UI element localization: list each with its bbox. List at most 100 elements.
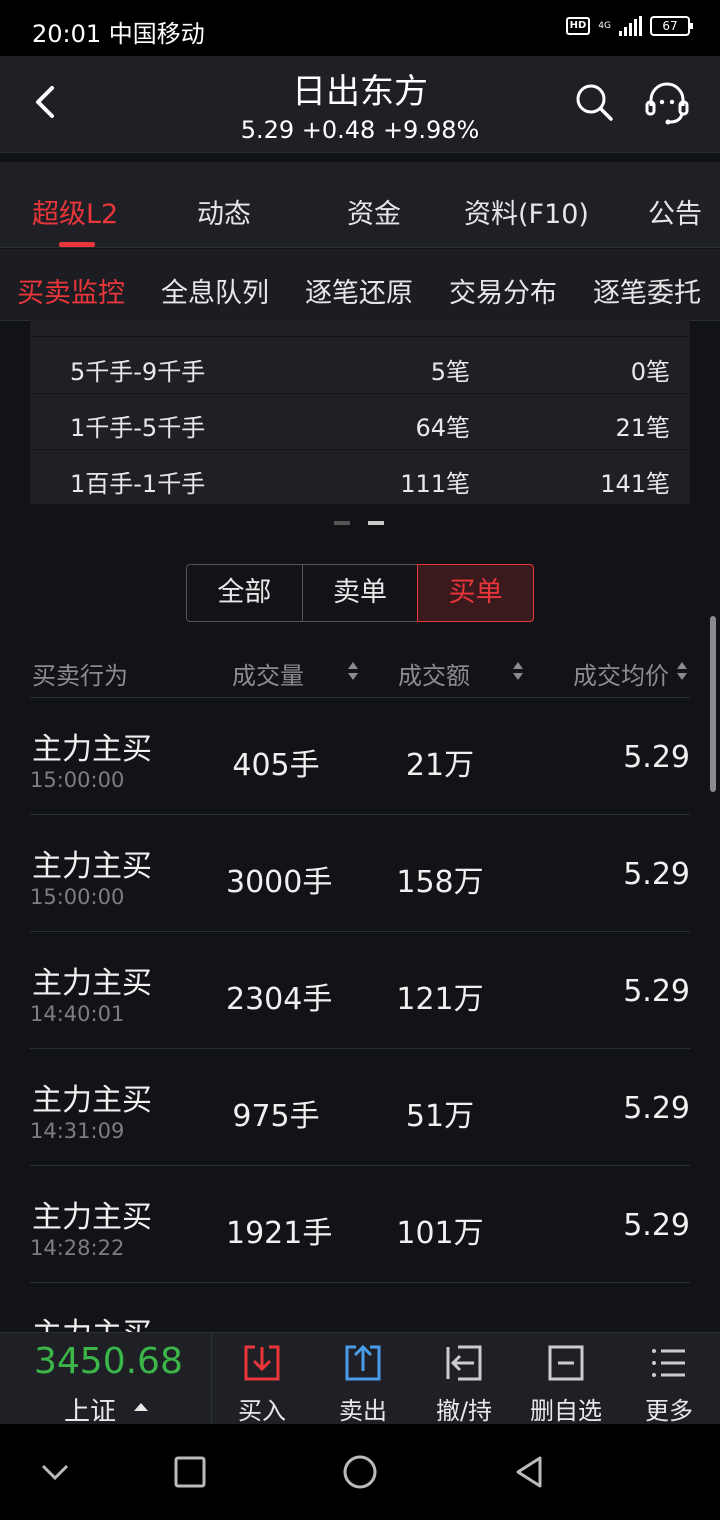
menu-icon	[652, 1349, 685, 1377]
sort-amount-icon[interactable]	[512, 660, 524, 682]
sell-icon	[345, 1344, 381, 1381]
tab-trade-distribution[interactable]: 交易分布	[449, 271, 557, 310]
trade-time: 14:31:09	[30, 1119, 125, 1143]
cancel-hold-button[interactable]: 撤/持	[414, 1333, 514, 1425]
filter-sell-button[interactable]: 卖单	[301, 564, 419, 622]
trade-row[interactable]: 主力主买 14:28:22 1921手 101万 5.29	[30, 1166, 690, 1283]
back-nav-icon[interactable]	[512, 1454, 548, 1490]
col-volume[interactable]: 成交量	[232, 656, 304, 691]
trade-amount: 121万	[396, 982, 484, 1017]
hd-icon: HD	[565, 17, 591, 35]
caret-up-icon[interactable]	[134, 1403, 148, 1411]
sort-volume-icon[interactable]	[347, 660, 359, 682]
buy-count: 5笔	[430, 358, 470, 386]
trade-price: 5.29	[623, 740, 690, 775]
tab-profile-f10[interactable]: 资料(F10)	[464, 192, 589, 231]
trade-price: 5.29	[623, 1208, 690, 1243]
filter-buy-button[interactable]: 买单	[417, 564, 535, 622]
signal-icon	[619, 16, 642, 36]
search-icon[interactable]	[574, 82, 614, 122]
trade-amount: 51万	[405, 1099, 475, 1134]
order-size-table: 5千手-9千手 5笔 0笔 1千手-5千手 64笔 21笔 1百手-1千手 11…	[30, 320, 690, 504]
page-indicator	[334, 521, 384, 525]
buy-label: 买入	[238, 1397, 286, 1425]
bottom-toolbar: 3450.68 上证 买入 卖出 撤/持 删自选 更多	[0, 1332, 720, 1427]
trade-action: 主力主买	[32, 1200, 152, 1235]
trade-price: 5.29	[623, 1091, 690, 1126]
main-tab-bar: 超级L2 动态 资金 资料(F10) 公告	[0, 162, 720, 248]
stock-header: 日出东方 5.29 +0.48 +9.98%	[0, 56, 720, 152]
trade-time: 14:40:01	[30, 1002, 125, 1026]
trade-row[interactable]: 主力主买 15:00:00 3000手 158万 5.29	[30, 815, 690, 932]
page-dot	[334, 521, 350, 525]
buy-icon	[244, 1345, 280, 1381]
buy-button[interactable]: 买入	[212, 1333, 312, 1425]
trade-amount: 21万	[405, 748, 475, 783]
trade-action: 主力主买	[32, 732, 152, 767]
trade-row[interactable]: 主力主买 14:40:01 2304手 121万 5.29	[30, 932, 690, 1049]
tab-super-l2[interactable]: 超级L2	[32, 192, 118, 231]
col-avg-price[interactable]: 成交均价	[573, 656, 669, 691]
active-tab-indicator	[59, 242, 95, 247]
trade-row[interactable]: 主力主买 15:00:00 405手 21万 5.29	[30, 698, 690, 815]
tab-dynamics[interactable]: 动态	[197, 192, 251, 231]
remove-watchlist-icon	[548, 1345, 584, 1381]
recents-icon[interactable]	[172, 1454, 208, 1490]
trade-volume: 1921手	[226, 1216, 333, 1251]
trade-time: 15:00:00	[30, 768, 125, 792]
more-button[interactable]: 更多	[619, 1333, 719, 1425]
trade-price: 5.29	[623, 974, 690, 1009]
trade-time: 14:28:22	[30, 1236, 125, 1260]
trade-row[interactable]: 主力主买 14:31:09 975手 51万 5.29	[30, 1049, 690, 1166]
chevron-down-icon[interactable]	[37, 1454, 73, 1490]
cancel-hold-label: 撤/持	[435, 1397, 493, 1425]
network-type-icon: 4G	[598, 20, 611, 31]
index-name[interactable]: 上证	[64, 1391, 116, 1428]
sell-button[interactable]: 卖出	[313, 1333, 413, 1425]
table-row-partial	[30, 320, 690, 337]
home-icon[interactable]	[342, 1454, 378, 1490]
remove-watchlist-button[interactable]: 删自选	[516, 1333, 616, 1425]
filter-all-button[interactable]: 全部	[186, 564, 303, 622]
buy-count: 111笔	[400, 470, 470, 498]
trade-amount: 158万	[396, 865, 484, 900]
col-amount[interactable]: 成交额	[398, 656, 470, 691]
sell-count: 21笔	[615, 414, 670, 442]
header-divider	[0, 152, 720, 162]
status-icons: HD 4G 67	[565, 16, 693, 36]
sell-count: 0笔	[630, 358, 670, 386]
trade-price: 5.29	[623, 857, 690, 892]
trade-volume: 975手	[232, 1099, 320, 1134]
trade-volume: 3000手	[226, 865, 333, 900]
tab-announcements[interactable]: 公告	[648, 192, 702, 231]
status-bar: 20:01 中国移动 HD 4G 67	[0, 0, 720, 56]
tab-full-queue[interactable]: 全息队列	[161, 271, 269, 310]
trade-action: 主力主买	[32, 849, 152, 884]
table-row: 1百手-1千手 111笔 141笔	[30, 450, 690, 504]
table-row: 1千手-5千手 64笔 21笔	[30, 394, 690, 450]
tab-funds[interactable]: 资金	[347, 192, 401, 231]
customer-service-icon[interactable]	[644, 80, 690, 126]
system-nav-bar	[0, 1424, 720, 1520]
trade-volume: 2304手	[226, 982, 333, 1017]
trade-action: 主力主买	[32, 1083, 152, 1118]
sort-price-icon[interactable]	[676, 660, 688, 682]
col-action: 买卖行为	[32, 662, 128, 690]
trade-amount: 101万	[396, 1216, 484, 1251]
remove-watchlist-label: 删自选	[530, 1397, 602, 1425]
page-dot-active	[368, 521, 384, 525]
more-label: 更多	[645, 1397, 693, 1425]
trade-time: 15:00:00	[30, 885, 125, 909]
size-range: 5千手-9千手	[70, 358, 206, 386]
tab-trade-monitor[interactable]: 买卖监控	[17, 271, 125, 310]
size-range: 1百手-1千手	[70, 470, 206, 498]
trade-action: 主力主买	[32, 966, 152, 1001]
sell-count: 141笔	[600, 470, 670, 498]
cancel-order-icon	[446, 1345, 482, 1381]
index-value[interactable]: 3450.68	[34, 1341, 183, 1382]
scrollbar[interactable]	[710, 616, 716, 792]
tab-tick-restore[interactable]: 逐笔还原	[305, 271, 413, 310]
trade-table-header: 买卖行为 成交量 成交额 成交均价	[30, 640, 690, 698]
sub-tab-bar: 买卖监控 全息队列 逐笔还原 交易分布 逐笔委托	[0, 249, 720, 321]
tab-tick-orders[interactable]: 逐笔委托	[593, 271, 701, 310]
